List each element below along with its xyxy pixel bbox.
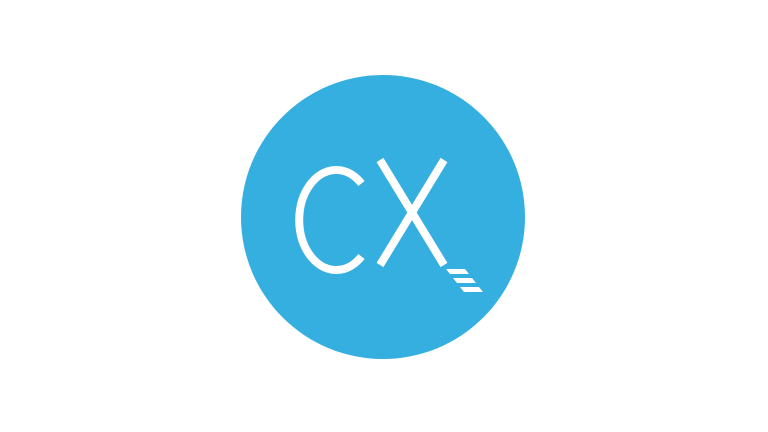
page-canvas <box>0 0 768 432</box>
logo-stripe-3 <box>460 287 483 292</box>
logo-stripe-1 <box>446 269 469 274</box>
cx-logo-graphic <box>241 75 525 359</box>
logo-stripe-2 <box>453 278 476 283</box>
logo-circle <box>241 75 525 359</box>
cx-logo <box>241 75 525 359</box>
